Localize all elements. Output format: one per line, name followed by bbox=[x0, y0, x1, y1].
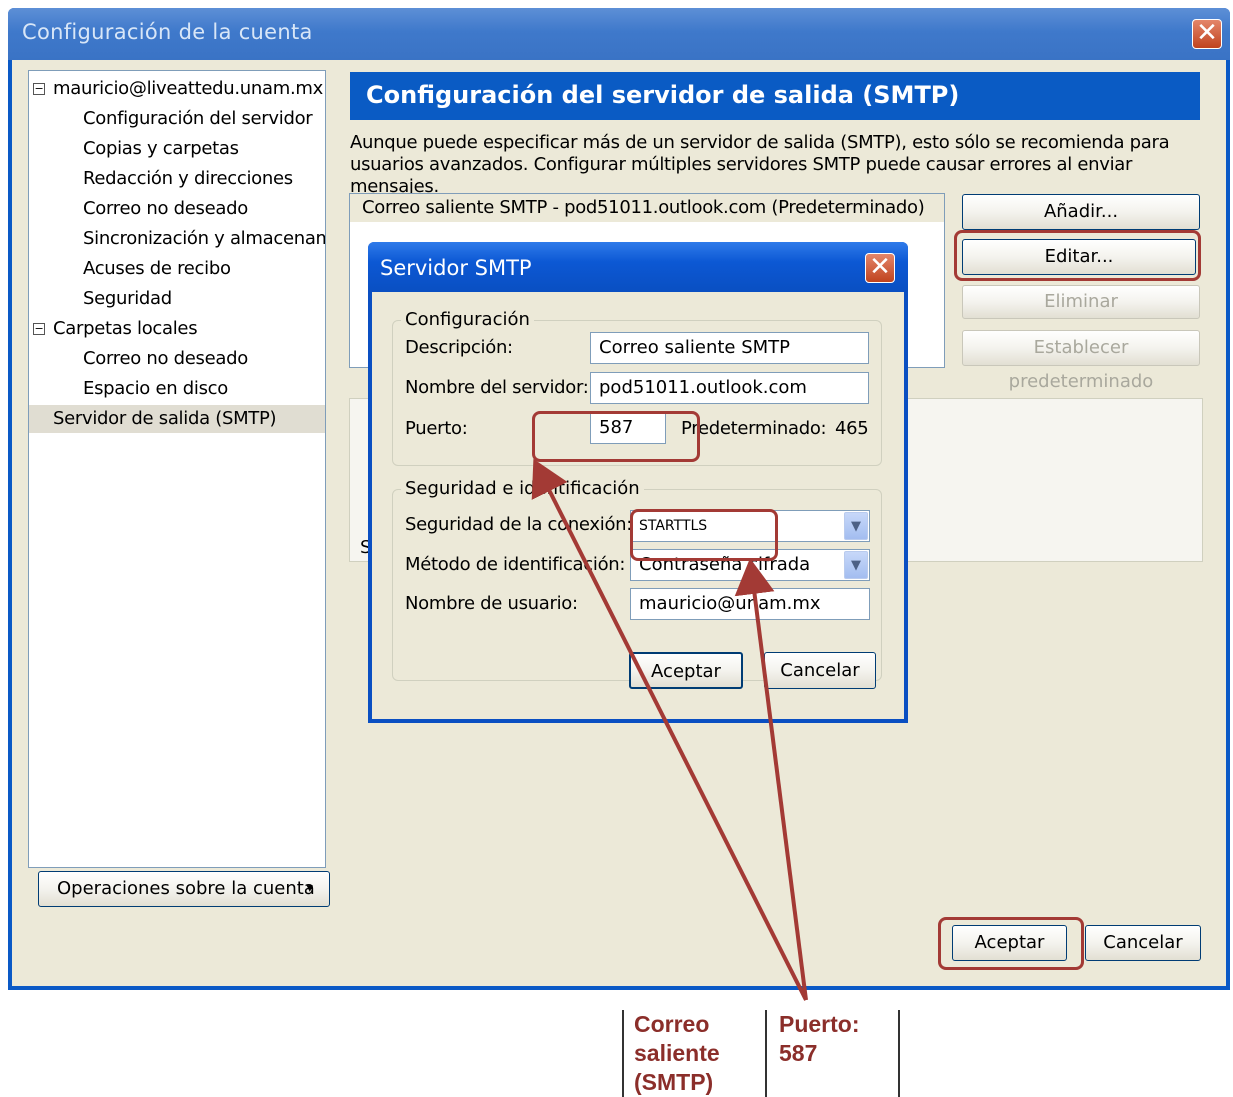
callout-line: Puerto: bbox=[779, 1011, 860, 1037]
arrow-to-security bbox=[734, 558, 808, 1001]
callout-port-text: Puerto: 587 bbox=[779, 1010, 860, 1068]
callout-divider-right bbox=[898, 1010, 900, 1097]
callout-line: (SMTP) bbox=[634, 1069, 714, 1095]
callout-box: Correo saliente (SMTP) Puerto: 587 bbox=[622, 1010, 900, 1097]
annotation-arrows bbox=[531, 458, 808, 1001]
callout-divider-middle bbox=[765, 1010, 767, 1097]
callout-divider-left bbox=[622, 1010, 624, 1097]
arrow-to-port bbox=[531, 458, 808, 1001]
callout-line: Correo bbox=[634, 1011, 710, 1037]
callout-smtp-text: Correo saliente (SMTP) bbox=[634, 1010, 720, 1097]
callout-line: saliente bbox=[634, 1040, 720, 1066]
callout-line: 587 bbox=[779, 1040, 818, 1066]
